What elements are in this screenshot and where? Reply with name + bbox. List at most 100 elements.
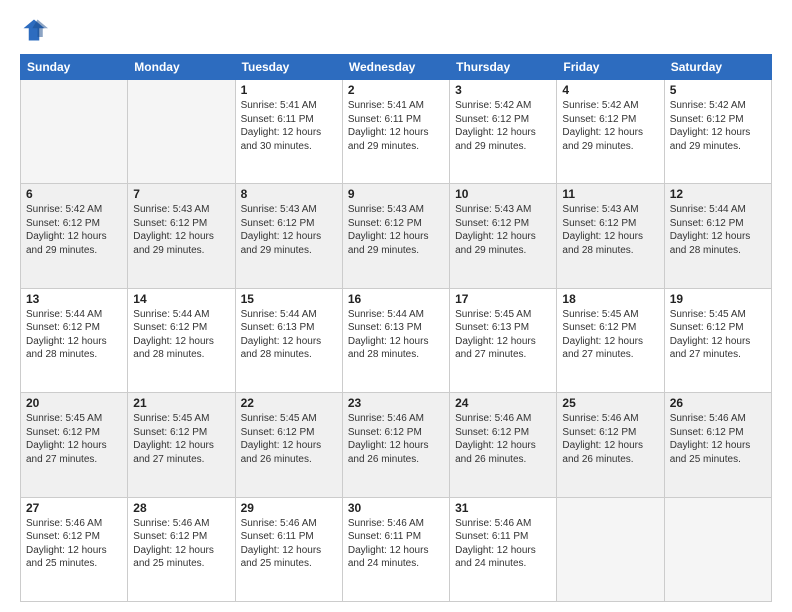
calendar-day-cell: 5 Sunrise: 5:42 AM Sunset: 6:12 PM Daylig… [664, 80, 771, 184]
header [20, 16, 772, 44]
day-info: Sunrise: 5:46 AM Sunset: 6:12 PM Dayligh… [26, 517, 122, 571]
day-number: 3 [455, 83, 551, 97]
weekday-header-row: SundayMondayTuesdayWednesdayThursdayFrid… [21, 55, 772, 80]
day-number: 15 [241, 292, 337, 306]
day-number: 6 [26, 187, 122, 201]
day-number: 30 [348, 501, 444, 515]
calendar-day-cell: 25Sunrise: 5:46 AM Sunset: 6:12 PM Dayli… [557, 393, 664, 497]
calendar-day-cell: 4Sunrise: 5:42 AM Sunset: 6:12 PM Daylig… [557, 80, 664, 184]
day-number: 25 [562, 396, 658, 410]
calendar-table: SundayMondayTuesdayWednesdayThursdayFrid… [20, 54, 772, 602]
weekday-friday: Friday [557, 55, 664, 80]
day-number: 28 [133, 501, 229, 515]
page: SundayMondayTuesdayWednesdayThursdayFrid… [0, 0, 792, 612]
day-info: Sunrise: 5:42 AM Sunset: 6:12 PM Dayligh… [26, 203, 122, 257]
day-info: Sunrise: 5:42 AM Sunset: 6:12 PM Dayligh… [455, 99, 551, 153]
day-number: 8 [241, 187, 337, 201]
day-number: 29 [241, 501, 337, 515]
day-number: 20 [26, 396, 122, 410]
calendar-day-cell: 2 Sunrise: 5:41 AM Sunset: 6:11 PM Daylig… [342, 80, 449, 184]
day-number: 23 [348, 396, 444, 410]
weekday-sunday: Sunday [21, 55, 128, 80]
day-number: 11 [562, 187, 658, 201]
calendar-day-cell: 18 Sunrise: 5:45 AM Sunset: 6:12 PM Dayli… [557, 288, 664, 392]
day-number: 13 [26, 292, 122, 306]
day-info: Sunrise: 5:41 AM Sunset: 6:11 PM Dayligh… [348, 99, 444, 153]
day-number: 18 [562, 292, 658, 306]
logo [20, 16, 52, 44]
day-number: 17 [455, 292, 551, 306]
day-number: 9 [348, 187, 444, 201]
day-info: Sunrise: 5:45 AM Sunset: 6:12 PM Dayligh… [133, 412, 229, 466]
calendar-day-cell [21, 80, 128, 184]
day-info: Sunrise: 5:46 AM Sunset: 6:11 PM Dayligh… [455, 517, 551, 571]
weekday-monday: Monday [128, 55, 235, 80]
calendar-day-cell: 30Sunrise: 5:46 AM Sunset: 6:11 PM Dayli… [342, 497, 449, 601]
day-number: 16 [348, 292, 444, 306]
calendar-day-cell: 26Sunrise: 5:46 AM Sunset: 6:12 PM Dayli… [664, 393, 771, 497]
day-number: 5 [670, 83, 766, 97]
day-info: Sunrise: 5:46 AM Sunset: 6:11 PM Dayligh… [241, 517, 337, 571]
calendar-day-cell: 9 Sunrise: 5:43 AM Sunset: 6:12 PM Daylig… [342, 184, 449, 288]
day-info: Sunrise: 5:43 AM Sunset: 6:12 PM Dayligh… [348, 203, 444, 257]
day-info: Sunrise: 5:46 AM Sunset: 6:12 PM Dayligh… [670, 412, 766, 466]
day-info: Sunrise: 5:42 AM Sunset: 6:12 PM Dayligh… [670, 99, 766, 153]
calendar-day-cell: 19 Sunrise: 5:45 AM Sunset: 6:12 PM Dayli… [664, 288, 771, 392]
day-info: Sunrise: 5:46 AM Sunset: 6:12 PM Dayligh… [133, 517, 229, 571]
day-number: 22 [241, 396, 337, 410]
weekday-saturday: Saturday [664, 55, 771, 80]
calendar-day-cell: 29 Sunrise: 5:46 AM Sunset: 6:11 PM Dayli… [235, 497, 342, 601]
day-number: 7 [133, 187, 229, 201]
calendar-day-cell: 16 Sunrise: 5:44 AM Sunset: 6:13 PM Dayli… [342, 288, 449, 392]
calendar-day-cell: 15 Sunrise: 5:44 AM Sunset: 6:13 PM Dayli… [235, 288, 342, 392]
weekday-tuesday: Tuesday [235, 55, 342, 80]
day-info: Sunrise: 5:45 AM Sunset: 6:12 PM Dayligh… [562, 308, 658, 362]
calendar-day-cell: 14 Sunrise: 5:44 AM Sunset: 6:12 PM Dayli… [128, 288, 235, 392]
weekday-thursday: Thursday [450, 55, 557, 80]
day-info: Sunrise: 5:43 AM Sunset: 6:12 PM Dayligh… [241, 203, 337, 257]
calendar-day-cell: 7 Sunrise: 5:43 AM Sunset: 6:12 PM Daylig… [128, 184, 235, 288]
calendar-day-cell [128, 80, 235, 184]
day-number: 31 [455, 501, 551, 515]
logo-icon [20, 16, 48, 44]
day-info: Sunrise: 5:44 AM Sunset: 6:13 PM Dayligh… [348, 308, 444, 362]
weekday-wednesday: Wednesday [342, 55, 449, 80]
day-info: Sunrise: 5:43 AM Sunset: 6:12 PM Dayligh… [455, 203, 551, 257]
day-number: 1 [241, 83, 337, 97]
calendar-week-row: 6 Sunrise: 5:42 AM Sunset: 6:12 PM Daylig… [21, 184, 772, 288]
day-number: 19 [670, 292, 766, 306]
calendar-week-row: 1 Sunrise: 5:41 AM Sunset: 6:11 PM Daylig… [21, 80, 772, 184]
day-info: Sunrise: 5:45 AM Sunset: 6:12 PM Dayligh… [241, 412, 337, 466]
day-number: 2 [348, 83, 444, 97]
day-number: 10 [455, 187, 551, 201]
calendar-day-cell: 22 Sunrise: 5:45 AM Sunset: 6:12 PM Dayli… [235, 393, 342, 497]
day-number: 12 [670, 187, 766, 201]
day-info: Sunrise: 5:45 AM Sunset: 6:12 PM Dayligh… [670, 308, 766, 362]
calendar-day-cell: 24 Sunrise: 5:46 AM Sunset: 6:12 PM Dayli… [450, 393, 557, 497]
day-info: Sunrise: 5:46 AM Sunset: 6:12 PM Dayligh… [455, 412, 551, 466]
calendar-day-cell: 11 Sunrise: 5:43 AM Sunset: 6:12 PM Dayli… [557, 184, 664, 288]
day-info: Sunrise: 5:45 AM Sunset: 6:12 PM Dayligh… [26, 412, 122, 466]
day-number: 27 [26, 501, 122, 515]
calendar-day-cell: 20 Sunrise: 5:45 AM Sunset: 6:12 PM Dayli… [21, 393, 128, 497]
calendar-day-cell: 23 Sunrise: 5:46 AM Sunset: 6:12 PM Dayli… [342, 393, 449, 497]
calendar-day-cell: 8 Sunrise: 5:43 AM Sunset: 6:12 PM Daylig… [235, 184, 342, 288]
calendar-day-cell: 1Sunrise: 5:41 AM Sunset: 6:11 PM Daylig… [235, 80, 342, 184]
calendar-day-cell: 13 Sunrise: 5:44 AM Sunset: 6:12 PM Dayli… [21, 288, 128, 392]
day-info: Sunrise: 5:44 AM Sunset: 6:12 PM Dayligh… [133, 308, 229, 362]
calendar-day-cell: 17Sunrise: 5:45 AM Sunset: 6:13 PM Dayli… [450, 288, 557, 392]
day-info: Sunrise: 5:46 AM Sunset: 6:12 PM Dayligh… [348, 412, 444, 466]
day-number: 14 [133, 292, 229, 306]
calendar-day-cell: 3 Sunrise: 5:42 AM Sunset: 6:12 PM Daylig… [450, 80, 557, 184]
calendar-week-row: 13 Sunrise: 5:44 AM Sunset: 6:12 PM Dayli… [21, 288, 772, 392]
day-info: Sunrise: 5:44 AM Sunset: 6:13 PM Dayligh… [241, 308, 337, 362]
day-info: Sunrise: 5:43 AM Sunset: 6:12 PM Dayligh… [133, 203, 229, 257]
day-info: Sunrise: 5:44 AM Sunset: 6:12 PM Dayligh… [26, 308, 122, 362]
day-number: 4 [562, 83, 658, 97]
calendar-day-cell [664, 497, 771, 601]
day-number: 24 [455, 396, 551, 410]
calendar-day-cell [557, 497, 664, 601]
calendar-week-row: 27 Sunrise: 5:46 AM Sunset: 6:12 PM Dayli… [21, 497, 772, 601]
day-info: Sunrise: 5:43 AM Sunset: 6:12 PM Dayligh… [562, 203, 658, 257]
calendar-day-cell: 12Sunrise: 5:44 AM Sunset: 6:12 PM Dayli… [664, 184, 771, 288]
